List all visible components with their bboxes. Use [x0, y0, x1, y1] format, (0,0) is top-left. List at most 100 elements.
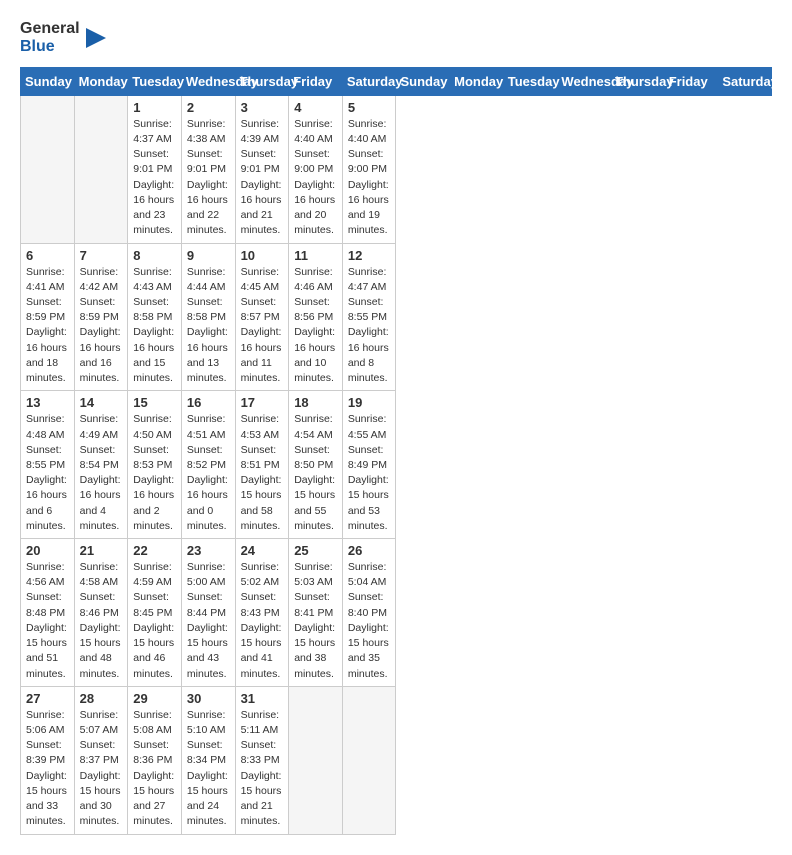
- day-info: Sunrise: 5:02 AMSunset: 8:43 PMDaylight:…: [241, 560, 284, 682]
- logo-arrow-icon: [86, 23, 106, 53]
- day-number: 9: [187, 248, 230, 263]
- day-number: 14: [80, 395, 123, 410]
- day-info: Sunrise: 4:51 AMSunset: 8:52 PMDaylight:…: [187, 412, 230, 534]
- day-info: Sunrise: 4:44 AMSunset: 8:58 PMDaylight:…: [187, 265, 230, 387]
- day-number: 29: [133, 691, 176, 706]
- calendar-cell: 10 Sunrise: 4:45 AMSunset: 8:57 PMDayligh…: [235, 243, 289, 391]
- day-info: Sunrise: 5:04 AMSunset: 8:40 PMDaylight:…: [348, 560, 391, 682]
- calendar-cell: 5 Sunrise: 4:40 AMSunset: 9:00 PMDaylight…: [342, 95, 396, 243]
- calendar-cell: 29 Sunrise: 5:08 AMSunset: 8:36 PMDayligh…: [128, 686, 182, 834]
- day-info: Sunrise: 5:08 AMSunset: 8:36 PMDaylight:…: [133, 708, 176, 830]
- col-header-friday: Friday: [289, 67, 343, 95]
- day-number: 1: [133, 100, 176, 115]
- logo: General Blue: [20, 20, 106, 57]
- day-info: Sunrise: 4:55 AMSunset: 8:49 PMDaylight:…: [348, 412, 391, 534]
- calendar-table: SundayMondayTuesdayWednesdayThursdayFrid…: [20, 67, 772, 835]
- col-header-monday: Monday: [74, 67, 128, 95]
- calendar-week-2: 6Sunrise: 4:41 AMSunset: 8:59 PMDaylight…: [21, 243, 772, 391]
- col-header-sunday: Sunday: [21, 67, 75, 95]
- day-number: 23: [187, 543, 230, 558]
- logo-text: General Blue: [20, 20, 80, 57]
- calendar-cell: 2 Sunrise: 4:38 AMSunset: 9:01 PMDaylight…: [181, 95, 235, 243]
- day-info: Sunrise: 4:42 AMSunset: 8:59 PMDaylight:…: [80, 265, 123, 387]
- day-number: 19: [348, 395, 391, 410]
- calendar-cell: 15 Sunrise: 4:50 AMSunset: 8:53 PMDayligh…: [128, 391, 182, 539]
- calendar-cell: 8Sunrise: 4:43 AMSunset: 8:58 PMDaylight…: [128, 243, 182, 391]
- calendar-cell: 13 Sunrise: 4:48 AMSunset: 8:55 PMDayligh…: [21, 391, 75, 539]
- day-number: 2: [187, 100, 230, 115]
- calendar-cell: 30Sunrise: 5:10 AMSunset: 8:34 PMDayligh…: [181, 686, 235, 834]
- day-info: Sunrise: 5:06 AMSunset: 8:39 PMDaylight:…: [26, 708, 69, 830]
- col-header-monday: Monday: [450, 67, 504, 95]
- col-header-saturday: Saturday: [718, 67, 772, 95]
- calendar-week-3: 13 Sunrise: 4:48 AMSunset: 8:55 PMDayligh…: [21, 391, 772, 539]
- calendar-cell: 21Sunrise: 4:58 AMSunset: 8:46 PMDayligh…: [74, 539, 128, 687]
- day-info: Sunrise: 4:54 AMSunset: 8:50 PMDaylight:…: [294, 412, 337, 534]
- day-info: Sunrise: 4:48 AMSunset: 8:55 PMDaylight:…: [26, 412, 69, 534]
- day-info: Sunrise: 4:38 AMSunset: 9:01 PMDaylight:…: [187, 117, 230, 239]
- day-number: 17: [241, 395, 284, 410]
- day-number: 13: [26, 395, 69, 410]
- calendar-cell: 7 Sunrise: 4:42 AMSunset: 8:59 PMDaylight…: [74, 243, 128, 391]
- calendar-cell: [74, 95, 128, 243]
- day-number: 5: [348, 100, 391, 115]
- calendar-cell: 22 Sunrise: 4:59 AMSunset: 8:45 PMDayligh…: [128, 539, 182, 687]
- calendar-week-4: 20 Sunrise: 4:56 AMSunset: 8:48 PMDayligh…: [21, 539, 772, 687]
- day-number: 20: [26, 543, 69, 558]
- day-number: 10: [241, 248, 284, 263]
- day-info: Sunrise: 4:37 AMSunset: 9:01 PMDaylight:…: [133, 117, 176, 239]
- col-header-wednesday: Wednesday: [181, 67, 235, 95]
- col-header-tuesday: Tuesday: [503, 67, 557, 95]
- day-number: 6: [26, 248, 69, 263]
- day-number: 15: [133, 395, 176, 410]
- day-number: 8: [133, 248, 176, 263]
- day-info: Sunrise: 4:40 AMSunset: 9:00 PMDaylight:…: [348, 117, 391, 239]
- calendar-cell: 23Sunrise: 5:00 AMSunset: 8:44 PMDayligh…: [181, 539, 235, 687]
- day-number: 25: [294, 543, 337, 558]
- day-number: 7: [80, 248, 123, 263]
- day-number: 11: [294, 248, 337, 263]
- day-info: Sunrise: 4:47 AMSunset: 8:55 PMDaylight:…: [348, 265, 391, 387]
- calendar-cell: 1 Sunrise: 4:37 AMSunset: 9:01 PMDaylight…: [128, 95, 182, 243]
- day-info: Sunrise: 4:56 AMSunset: 8:48 PMDaylight:…: [26, 560, 69, 682]
- calendar-cell: 6Sunrise: 4:41 AMSunset: 8:59 PMDaylight…: [21, 243, 75, 391]
- calendar-cell: 24 Sunrise: 5:02 AMSunset: 8:43 PMDayligh…: [235, 539, 289, 687]
- day-number: 21: [80, 543, 123, 558]
- day-info: Sunrise: 4:59 AMSunset: 8:45 PMDaylight:…: [133, 560, 176, 682]
- calendar-cell: 27Sunrise: 5:06 AMSunset: 8:39 PMDayligh…: [21, 686, 75, 834]
- day-info: Sunrise: 4:49 AMSunset: 8:54 PMDaylight:…: [80, 412, 123, 534]
- calendar-cell: 11Sunrise: 4:46 AMSunset: 8:56 PMDayligh…: [289, 243, 343, 391]
- calendar-header-row: SundayMondayTuesdayWednesdayThursdayFrid…: [21, 67, 772, 95]
- calendar-cell: [21, 95, 75, 243]
- col-header-saturday: Saturday: [342, 67, 396, 95]
- col-header-wednesday: Wednesday: [557, 67, 611, 95]
- day-info: Sunrise: 4:45 AMSunset: 8:57 PMDaylight:…: [241, 265, 284, 387]
- calendar-cell: 28Sunrise: 5:07 AMSunset: 8:37 PMDayligh…: [74, 686, 128, 834]
- calendar-week-1: 1 Sunrise: 4:37 AMSunset: 9:01 PMDaylight…: [21, 95, 772, 243]
- calendar-week-5: 27Sunrise: 5:06 AMSunset: 8:39 PMDayligh…: [21, 686, 772, 834]
- day-number: 12: [348, 248, 391, 263]
- col-header-thursday: Thursday: [235, 67, 289, 95]
- day-number: 18: [294, 395, 337, 410]
- calendar-cell: 20 Sunrise: 4:56 AMSunset: 8:48 PMDayligh…: [21, 539, 75, 687]
- col-header-thursday: Thursday: [611, 67, 665, 95]
- calendar-cell: 14 Sunrise: 4:49 AMSunset: 8:54 PMDayligh…: [74, 391, 128, 539]
- day-number: 31: [241, 691, 284, 706]
- day-number: 16: [187, 395, 230, 410]
- day-info: Sunrise: 5:03 AMSunset: 8:41 PMDaylight:…: [294, 560, 337, 682]
- day-info: Sunrise: 5:07 AMSunset: 8:37 PMDaylight:…: [80, 708, 123, 830]
- calendar-cell: 25 Sunrise: 5:03 AMSunset: 8:41 PMDayligh…: [289, 539, 343, 687]
- day-number: 24: [241, 543, 284, 558]
- day-info: Sunrise: 5:11 AMSunset: 8:33 PMDaylight:…: [241, 708, 284, 830]
- day-info: Sunrise: 4:39 AMSunset: 9:01 PMDaylight:…: [241, 117, 284, 239]
- calendar-cell: 26Sunrise: 5:04 AMSunset: 8:40 PMDayligh…: [342, 539, 396, 687]
- calendar-cell: 31 Sunrise: 5:11 AMSunset: 8:33 PMDayligh…: [235, 686, 289, 834]
- day-info: Sunrise: 4:53 AMSunset: 8:51 PMDaylight:…: [241, 412, 284, 534]
- calendar-cell: 16 Sunrise: 4:51 AMSunset: 8:52 PMDayligh…: [181, 391, 235, 539]
- calendar-cell: [289, 686, 343, 834]
- calendar-cell: 9 Sunrise: 4:44 AMSunset: 8:58 PMDaylight…: [181, 243, 235, 391]
- day-info: Sunrise: 4:50 AMSunset: 8:53 PMDaylight:…: [133, 412, 176, 534]
- day-number: 22: [133, 543, 176, 558]
- logo-blue: Blue: [20, 38, 80, 56]
- calendar-cell: 12 Sunrise: 4:47 AMSunset: 8:55 PMDayligh…: [342, 243, 396, 391]
